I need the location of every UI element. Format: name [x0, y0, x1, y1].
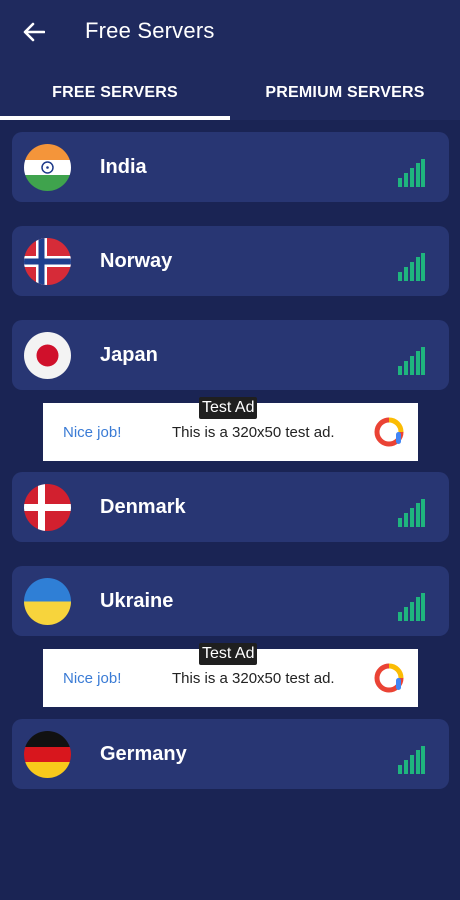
banner-ad[interactable]: Test Ad Nice job! This is a 320x50 test … [43, 397, 418, 461]
tab-premium-servers[interactable]: PREMIUM SERVERS [230, 66, 460, 120]
country-name: Ukraine [100, 589, 174, 612]
admob-logo-icon [374, 663, 404, 693]
ad-headline: Nice job! [63, 669, 122, 687]
signal-strength-icon [398, 347, 425, 375]
server-list: India Norway Japan Test Ad Nice job! Thi… [0, 120, 460, 900]
banner-ad[interactable]: Test Ad Nice job! This is a 320x50 test … [43, 643, 418, 707]
tab-label: PREMIUM SERVERS [265, 84, 425, 101]
ukraine-flag-icon [24, 578, 71, 625]
india-flag-icon [24, 144, 71, 191]
signal-strength-icon [398, 746, 425, 774]
tab-free-servers[interactable]: FREE SERVERS [0, 66, 230, 120]
country-name: Japan [100, 343, 158, 366]
server-item-japan[interactable]: Japan [12, 320, 449, 390]
ad-text: This is a 320x50 test ad. [172, 669, 335, 687]
app-bar: Free Servers [0, 0, 460, 66]
header: Free Servers FREE SERVERS PREMIUM SERVER… [0, 0, 460, 120]
denmark-flag-icon [24, 484, 71, 531]
norway-flag-icon [24, 238, 71, 285]
signal-strength-icon [398, 159, 425, 187]
page-title: Free Servers [85, 18, 215, 43]
server-item-ukraine[interactable]: Ukraine [12, 566, 449, 636]
country-name: Denmark [100, 495, 186, 518]
back-button[interactable] [14, 14, 54, 50]
germany-flag-icon [24, 731, 71, 778]
country-name: Germany [100, 742, 187, 765]
country-name: India [100, 155, 147, 178]
signal-strength-icon [398, 499, 425, 527]
server-item-india[interactable]: India [12, 132, 449, 202]
server-item-germany[interactable]: Germany [12, 719, 449, 789]
arrow-left-icon [23, 22, 45, 42]
japan-flag-icon [24, 332, 71, 379]
ad-text: This is a 320x50 test ad. [172, 423, 335, 441]
country-name: Norway [100, 249, 173, 272]
tab-label: FREE SERVERS [52, 84, 178, 101]
server-item-denmark[interactable]: Denmark [12, 472, 449, 542]
admob-logo-icon [374, 417, 404, 447]
ad-headline: Nice job! [63, 423, 122, 441]
signal-strength-icon [398, 593, 425, 621]
tab-bar: FREE SERVERS PREMIUM SERVERS [0, 66, 460, 120]
signal-strength-icon [398, 253, 425, 281]
server-item-norway[interactable]: Norway [12, 226, 449, 296]
